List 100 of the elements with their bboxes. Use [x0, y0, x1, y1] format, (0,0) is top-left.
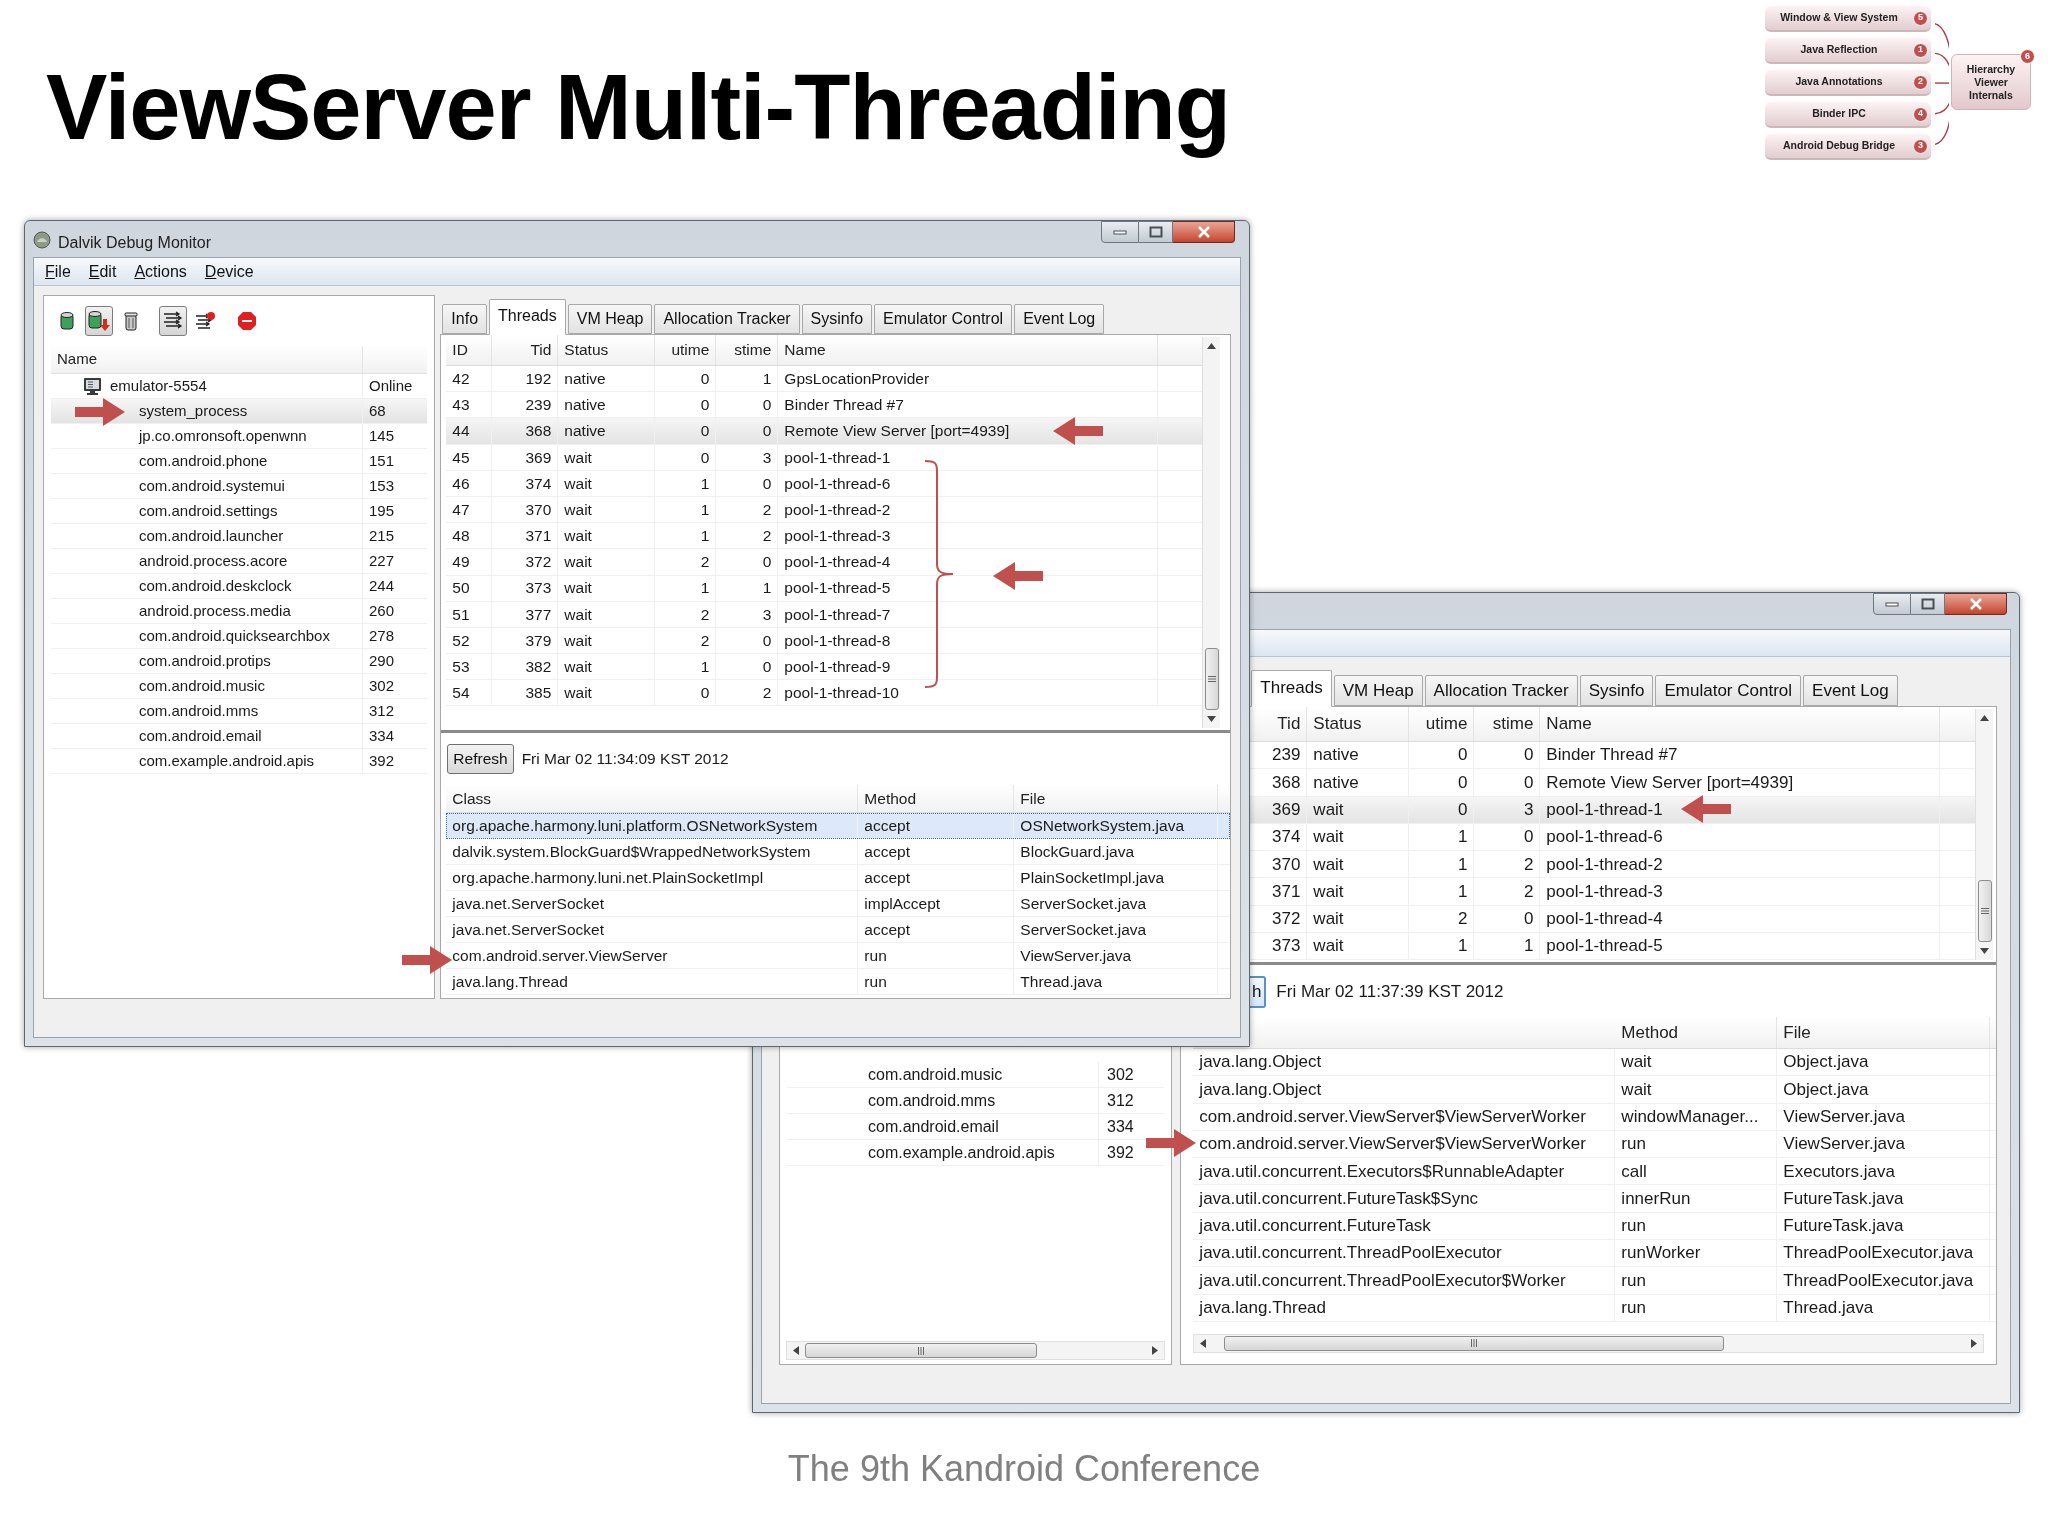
table-row[interactable]: java.util.concurrent.FutureTask run FutureTask.java — [1193, 1212, 1996, 1241]
table-row[interactable]: com.android.mms 312 — [787, 1088, 1165, 1114]
column-header[interactable]: utime — [1409, 707, 1475, 741]
scrollbar-thumb[interactable] — [1224, 1335, 1725, 1351]
table-row[interactable]: com.android.protips 290 — [51, 649, 428, 674]
tab[interactable]: Event Log — [1803, 674, 1898, 706]
tab[interactable]: Info — [442, 304, 488, 334]
table-row[interactable]: java.util.concurrent.FutureTask$Sync innerRun FutureTask.java — [1193, 1185, 1996, 1213]
maximize-button[interactable] — [1139, 221, 1173, 243]
table-row[interactable]: com.android.deskclock 244 — [51, 574, 428, 599]
table-row[interactable]: com.android.quicksearchbox 278 — [51, 624, 428, 649]
horizontal-scrollbar[interactable] — [1193, 1333, 1984, 1353]
table-row[interactable]: java.util.concurrent.Executors$RunnableAdapter call Executors.java — [1193, 1158, 1996, 1186]
table-row[interactable]: com.android.systemui 153 — [51, 474, 428, 499]
table-row[interactable]: 239 native 0 0 Binder Thread #7 — [1250, 742, 1975, 770]
vertical-scrollbar[interactable] — [1975, 709, 1993, 960]
tab[interactable]: Threads — [489, 299, 566, 335]
table-row[interactable]: java.lang.Object wait Object.java — [1193, 1076, 1996, 1104]
table-row[interactable]: java.lang.Thread run Thread.java — [1193, 1294, 1996, 1322]
table-row[interactable]: android.process.acore 227 — [51, 549, 428, 574]
column-header[interactable]: Status — [558, 335, 656, 365]
table-row[interactable]: com.android.launcher 215 — [51, 524, 428, 549]
table-row[interactable]: 42 192 native 0 1 GpsLocationProvider — [446, 366, 1202, 393]
vertical-scrollbar[interactable] — [1202, 337, 1220, 728]
table-row[interactable]: system_process 68 — [51, 399, 428, 424]
tab[interactable]: Emulator Control — [874, 304, 1013, 334]
tab[interactable]: Sysinfo — [1579, 674, 1654, 706]
table-row[interactable]: 373 wait 1 1 pool-1-thread-5 — [1250, 933, 1975, 961]
table-row[interactable]: com.example.android.apis 392 — [51, 749, 428, 774]
table-row[interactable]: 44 368 native 0 0 Remote View Server [port=4939] — [446, 418, 1202, 445]
table-row[interactable]: 48 371 wait 1 2 pool-1-thread-3 — [446, 523, 1202, 550]
refresh-button[interactable]: h — [1250, 976, 1267, 1008]
scrollbar-thumb[interactable] — [1204, 648, 1219, 710]
table-row[interactable]: 369 wait 0 3 pool-1-thread-1 — [1250, 796, 1975, 824]
maximize-button[interactable] — [1911, 593, 1945, 615]
column-header[interactable]: utime — [655, 335, 717, 365]
tab[interactable]: Allocation Tracker — [654, 304, 800, 334]
column-header[interactable]: stime — [716, 335, 779, 365]
table-row[interactable]: org.apache.harmony.luni.net.PlainSocketImpl accept PlainSocketImpl.java — [446, 865, 1230, 891]
tab[interactable]: Allocation Tracker — [1424, 674, 1578, 706]
table-row[interactable]: 47 370 wait 1 2 pool-1-thread-2 — [446, 496, 1202, 524]
column-header[interactable]: Class — [446, 785, 859, 812]
table-row[interactable]: 45 369 wait 0 3 pool-1-thread-1 — [446, 444, 1202, 471]
table-row[interactable]: com.android.server.ViewServer$ViewServerWorker run ViewServer.java — [1193, 1130, 1996, 1159]
table-row[interactable]: com.android.settings 195 — [51, 499, 428, 524]
menu-item[interactable]: Device — [195, 259, 263, 284]
column-header[interactable]: Status — [1307, 707, 1410, 741]
toolbar-button[interactable] — [159, 306, 187, 336]
tab[interactable]: Event Log — [1014, 304, 1105, 334]
tab[interactable]: VM Heap — [1333, 674, 1423, 706]
column-header[interactable]: Name — [778, 335, 1159, 365]
table-row[interactable]: 370 wait 1 2 pool-1-thread-2 — [1250, 851, 1975, 879]
table-row[interactable]: 371 wait 1 2 pool-1-thread-3 — [1250, 878, 1975, 906]
tab[interactable]: Emulator Control — [1655, 674, 1802, 706]
table-row[interactable]: java.lang.Thread run Thread.java — [446, 969, 1230, 995]
column-header[interactable]: ID — [446, 335, 493, 365]
scrollbar-thumb[interactable] — [805, 1343, 1037, 1358]
menu-item[interactable]: Edit — [79, 259, 126, 284]
minimize-button[interactable] — [1873, 593, 1911, 615]
table-row[interactable]: 372 wait 2 0 pool-1-thread-4 — [1250, 905, 1975, 934]
column-header[interactable]: Method — [1615, 1017, 1778, 1048]
minimize-button[interactable] — [1101, 221, 1139, 243]
table-row[interactable]: 46 374 wait 1 0 pool-1-thread-6 — [446, 470, 1202, 497]
tab[interactable]: Sysinfo — [801, 304, 873, 334]
column-header[interactable]: Name — [1540, 707, 1941, 741]
close-button[interactable] — [1945, 593, 2007, 615]
table-row[interactable]: com.android.phone 151 — [51, 449, 428, 474]
table-row[interactable]: java.net.ServerSocket accept ServerSocket.java — [446, 917, 1230, 943]
column-header[interactable]: File — [1014, 785, 1219, 812]
table-row[interactable]: java.util.concurrent.ThreadPoolExecutor runWorker ThreadPoolExecutor.java — [1193, 1240, 1996, 1268]
refresh-button[interactable]: Refresh — [447, 744, 514, 774]
table-row[interactable]: com.android.music 302 — [787, 1062, 1165, 1088]
table-row[interactable]: 51 377 wait 2 3 pool-1-thread-7 — [446, 601, 1202, 628]
table-row[interactable]: com.android.music 302 — [51, 674, 428, 699]
table-row[interactable]: 54 385 wait 0 2 pool-1-thread-10 — [446, 680, 1202, 707]
tab[interactable]: VM Heap — [567, 304, 653, 334]
table-row[interactable]: 53 382 wait 1 0 pool-1-thread-9 — [446, 654, 1202, 681]
table-row[interactable]: dalvik.system.BlockGuard$WrappedNetworkSystem accept BlockGuard.java — [446, 839, 1230, 865]
table-row[interactable]: java.lang.Object wait Object.java — [1193, 1049, 1996, 1077]
table-row[interactable]: com.android.server.ViewServer run ViewServer.java — [446, 943, 1230, 969]
table-row[interactable]: 368 native 0 0 Remote View Server [port=4939] — [1250, 769, 1975, 797]
menu-item[interactable]: File — [36, 259, 80, 284]
tab[interactable]: Threads — [1251, 669, 1332, 707]
column-header[interactable]: File — [1777, 1017, 1991, 1048]
table-row[interactable]: com.android.mms 312 — [51, 699, 428, 724]
table-row[interactable]: 52 379 wait 2 0 pool-1-thread-8 — [446, 627, 1202, 655]
table-row[interactable]: java.util.concurrent.ThreadPoolExecutor$Worker run ThreadPoolExecutor.java — [1193, 1267, 1996, 1295]
toolbar-button[interactable] — [85, 306, 113, 336]
table-row[interactable]: com.android.server.ViewServer$ViewServerWorker windowManager... ViewServer.java — [1193, 1103, 1996, 1131]
table-row[interactable]: 374 wait 1 0 pool-1-thread-6 — [1250, 823, 1975, 852]
close-button[interactable] — [1173, 221, 1235, 243]
table-row[interactable]: com.android.email 334 — [51, 724, 428, 749]
table-row[interactable]: android.process.media 260 — [51, 599, 428, 624]
column-header[interactable]: stime — [1474, 707, 1541, 741]
column-header[interactable]: Tid — [492, 335, 559, 365]
table-row[interactable]: java.net.ServerSocket implAccept ServerSocket.java — [446, 891, 1230, 917]
table-row[interactable]: org.apache.harmony.luni.platform.OSNetworkSystem accept OSNetworkSystem.java — [446, 813, 1230, 839]
menu-item[interactable]: Actions — [125, 259, 196, 284]
horizontal-scrollbar[interactable] — [786, 1341, 1166, 1360]
scrollbar-thumb[interactable] — [1977, 880, 1992, 942]
